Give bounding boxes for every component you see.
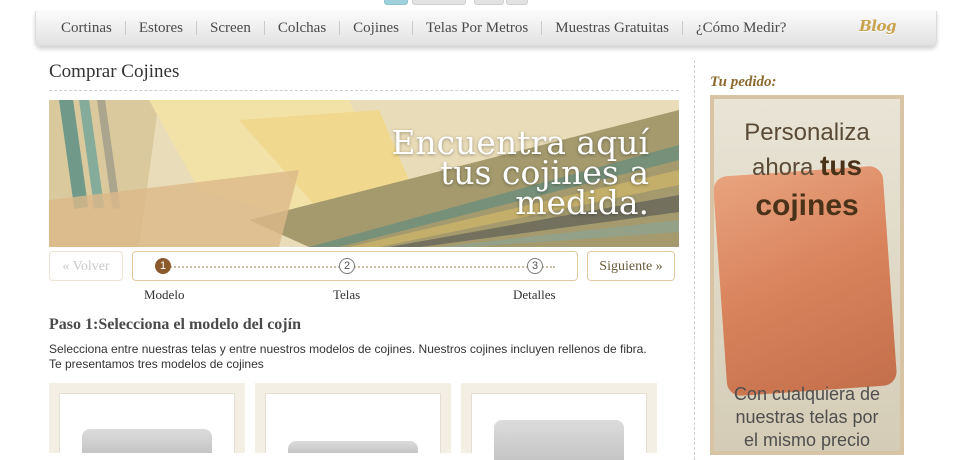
ad-heading-part: ahora bbox=[751, 154, 821, 181]
nav-item-colchas[interactable]: Colchas bbox=[263, 21, 339, 36]
nav-item-telas-por-metros[interactable]: Telas Por Metros bbox=[412, 21, 541, 36]
step-3-label: Detalles bbox=[513, 287, 556, 302]
step-3-indicator[interactable]: 3 bbox=[527, 258, 543, 274]
step-1-label: Modelo bbox=[144, 287, 185, 302]
nav-item-screen[interactable]: Screen bbox=[196, 21, 264, 36]
nav-item-como-medir[interactable]: ¿Cómo Medir? bbox=[682, 21, 799, 36]
section-description: Selecciona entre nuestras telas y entre … bbox=[49, 342, 669, 372]
blog-link[interactable]: Blog bbox=[859, 17, 896, 35]
ad-footer-line: el mismo precio bbox=[743, 430, 871, 450]
order-title: Tu pedido: bbox=[710, 74, 777, 90]
sidebar-divider bbox=[694, 60, 695, 460]
ad-heading-line: ahora tus bbox=[714, 151, 900, 183]
progress-line bbox=[155, 266, 555, 268]
top-button-fragment[interactable] bbox=[384, 0, 408, 5]
banner-heading: Encuentra aquí tus cojines a medida. bbox=[391, 126, 649, 222]
cushion-image bbox=[494, 420, 624, 460]
cushion-model-card[interactable] bbox=[49, 383, 245, 453]
nav-item-muestras-gratuitas[interactable]: Muestras Gratuitas bbox=[541, 21, 682, 36]
top-button-fragment[interactable] bbox=[506, 0, 528, 5]
cushion-image bbox=[82, 429, 212, 453]
cushion-image-frame bbox=[265, 393, 441, 453]
top-button-fragment[interactable] bbox=[412, 0, 466, 5]
step-2-label: Telas bbox=[333, 287, 361, 302]
title-divider bbox=[49, 90, 679, 91]
main-nav: Cortinas Estores Screen Colchas Cojines … bbox=[35, 11, 937, 46]
ad-footer-line: Con cualquiera de bbox=[733, 384, 881, 404]
ad-footer-line: nuestras telas por bbox=[735, 407, 879, 427]
step-progress: 1 2 3 bbox=[132, 251, 578, 281]
ad-footer-text: Con cualquiera de nuestras telas por el … bbox=[714, 383, 900, 451]
cushion-image-frame bbox=[59, 393, 235, 453]
back-button[interactable]: « Volver bbox=[49, 251, 123, 281]
ad-heading-line: cojines bbox=[755, 189, 859, 222]
nav-item-estores[interactable]: Estores bbox=[124, 21, 196, 36]
ad-heading-bold: tus bbox=[820, 150, 863, 181]
cushion-image bbox=[288, 441, 418, 453]
nav-item-cojines[interactable]: Cojines bbox=[339, 21, 412, 36]
ad-heading-line: Personaliza bbox=[744, 119, 870, 146]
description-line: Selecciona entre nuestras telas y entre … bbox=[49, 342, 647, 356]
step-1-indicator[interactable]: 1 bbox=[155, 258, 171, 274]
section-heading: Paso 1:Selecciona el modelo del cojín bbox=[49, 316, 301, 333]
next-button[interactable]: Siguiente » bbox=[587, 251, 675, 281]
nav-item-cortinas[interactable]: Cortinas bbox=[48, 21, 125, 36]
step-2-indicator[interactable]: 2 bbox=[339, 258, 355, 274]
description-line: Te presentamos tres modelos de cojines bbox=[49, 357, 264, 371]
banner-line: medida. bbox=[515, 183, 649, 222]
cushion-model-card[interactable] bbox=[255, 383, 451, 453]
promo-banner: Encuentra aquí tus cojines a medida. bbox=[49, 100, 679, 247]
cushion-promo-ad[interactable]: Personaliza ahora tus cojines Con cualqu… bbox=[710, 95, 904, 455]
page-title: Comprar Cojines bbox=[49, 61, 180, 82]
cushion-image-frame bbox=[471, 393, 647, 460]
cushion-model-card[interactable] bbox=[461, 383, 657, 460]
top-button-fragment[interactable] bbox=[474, 0, 504, 5]
